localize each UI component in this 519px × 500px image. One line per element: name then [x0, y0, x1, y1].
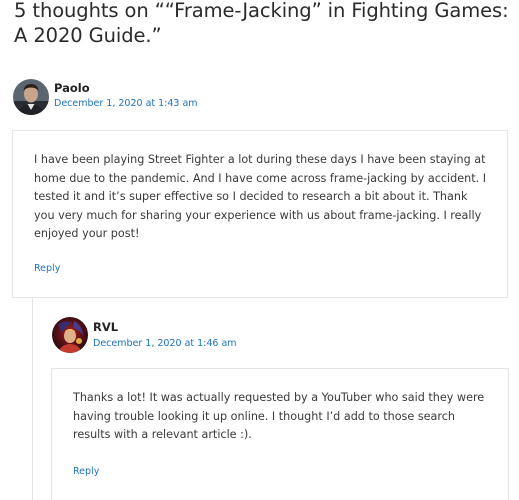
reply-link[interactable]: Reply [34, 263, 60, 274]
avatar-rvl [52, 317, 88, 353]
comment-text: I have been playing Street Fighter a lot… [34, 153, 487, 240]
comment-body: I have been playing Street Fighter a lot… [12, 130, 508, 298]
comments-title: 5 thoughts on ““Frame-Jacking” in Fighti… [14, 0, 509, 47]
user-photo-icon [13, 79, 49, 115]
comment-text: Thanks a lot! It was actually requested … [73, 391, 485, 441]
comment-date-link[interactable]: December 1, 2020 at 1:46 am [93, 338, 237, 349]
comment-author: RVL [93, 320, 119, 334]
comment-date-link[interactable]: December 1, 2020 at 1:43 am [54, 98, 198, 109]
avatar-paolo [13, 79, 49, 115]
comment-body: Thanks a lot! It was actually requested … [51, 368, 509, 500]
user-photo-icon [52, 317, 88, 353]
comment-author: Paolo [54, 81, 90, 95]
thread-divider [32, 297, 33, 500]
reply-link[interactable]: Reply [73, 466, 99, 477]
